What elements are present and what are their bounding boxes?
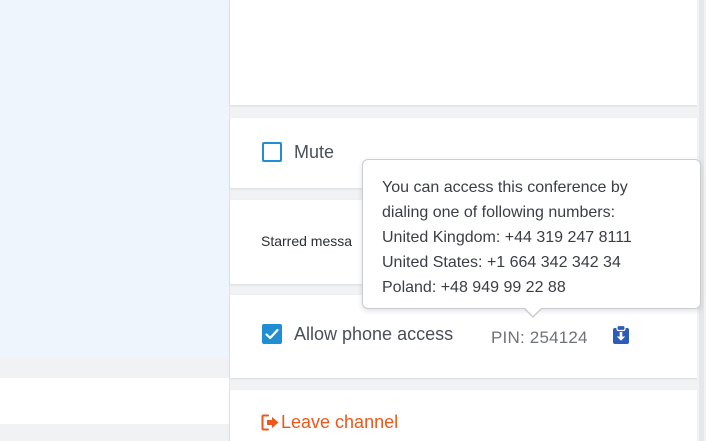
tooltip-arrow (524, 307, 542, 316)
tooltip-line: dialing one of following numbers: (382, 204, 616, 221)
app-window: Mute Starred messa Allow phone access PI… (0, 0, 706, 441)
tooltip-line: United Kingdom: +44 319 247 8111 (382, 229, 632, 246)
tooltip-text: You can access this conference by dialin… (382, 175, 632, 300)
left-pane-bottom (0, 378, 229, 424)
starred-messages-label[interactable]: Starred messa (261, 233, 352, 249)
pin-code: PIN: 254124 (491, 328, 588, 347)
phone-access-option[interactable]: Allow phone access (262, 323, 453, 345)
leave-card: Leave channel (230, 390, 698, 441)
leave-channel-button[interactable]: Leave channel (261, 412, 398, 433)
tooltip-line: Poland: +48 949 99 22 88 (382, 279, 566, 296)
phone-access-label: Allow phone access (294, 324, 454, 344)
left-pane-divider (0, 424, 229, 441)
mute-label: Mute (294, 142, 335, 162)
tooltip-line: United States: +1 664 342 342 34 (382, 254, 621, 271)
mute-checkbox[interactable] (262, 142, 282, 162)
left-pane-top (0, 0, 229, 358)
mute-option[interactable]: Mute (262, 141, 334, 163)
phone-access-checkbox[interactable] (262, 324, 282, 344)
left-pane-divider (0, 358, 229, 378)
check-icon (265, 328, 279, 340)
clipboard-download-icon[interactable] (612, 325, 630, 345)
leave-channel-label: Leave channel (281, 412, 399, 432)
left-pane (0, 0, 229, 441)
sign-out-icon (261, 414, 279, 431)
tooltip-line: You can access this conference by (382, 179, 628, 196)
phone-numbers-tooltip: You can access this conference by dialin… (362, 159, 701, 318)
settings-card (230, 0, 698, 105)
